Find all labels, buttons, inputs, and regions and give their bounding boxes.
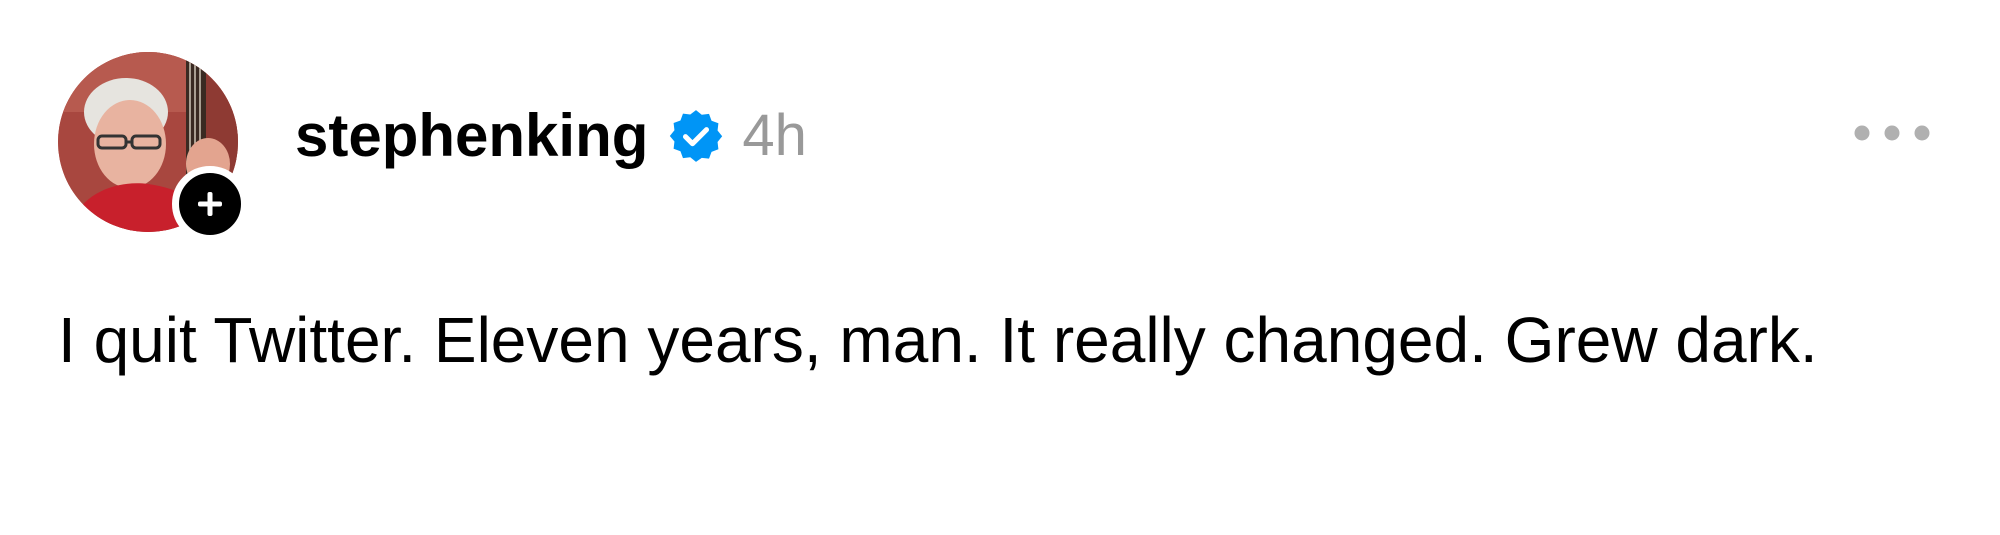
plus-icon <box>198 192 222 216</box>
username-link[interactable]: stephenking <box>295 98 648 174</box>
follow-button[interactable] <box>172 166 248 242</box>
post-header: stephenking 4h <box>295 98 807 174</box>
post-card: stephenking 4h I quit Twitter. Eleven ye… <box>0 0 2000 535</box>
more-options-button[interactable] <box>1850 112 1934 154</box>
ellipsis-icon <box>1854 125 1930 141</box>
verified-badge-icon <box>668 108 724 164</box>
post-timestamp: 4h <box>742 103 807 168</box>
avatar-container[interactable] <box>58 52 248 242</box>
post-body-text: I quit Twitter. Eleven years, man. It re… <box>58 304 1818 376</box>
